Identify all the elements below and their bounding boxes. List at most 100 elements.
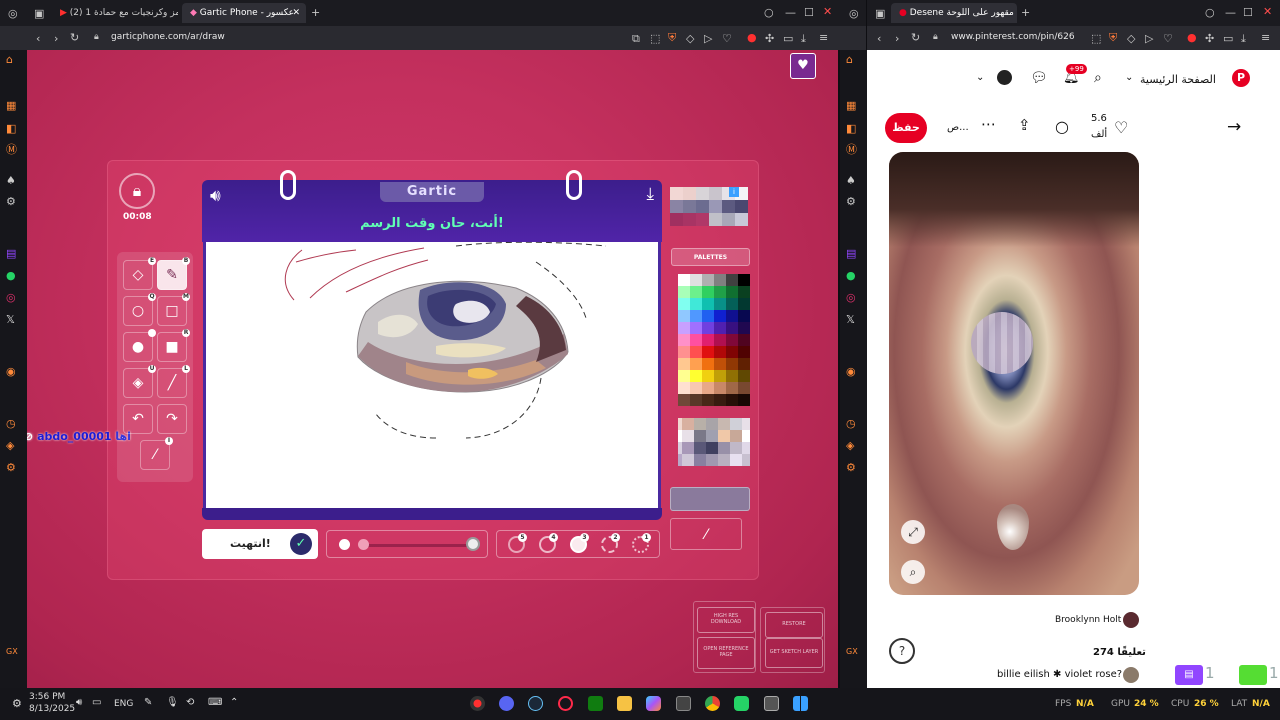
redo-tool[interactable]: ↷ — [157, 404, 187, 434]
forward-icon[interactable]: › — [895, 33, 899, 44]
twitch-icon[interactable]: ▤ — [6, 248, 16, 259]
search-icon[interactable]: ⌕ — [1094, 70, 1102, 86]
color-palette[interactable] — [670, 274, 750, 482]
filled-rectangle-tool[interactable]: ■ R — [157, 329, 190, 362]
back-icon[interactable]: ‹ — [877, 33, 881, 44]
chevron-down-icon[interactable]: ⌄ — [976, 72, 984, 83]
save-button[interactable]: حفظ — [885, 113, 927, 143]
extensions-icon[interactable]: ⧉ — [632, 33, 640, 44]
brush-size-slider[interactable] — [326, 530, 488, 558]
green-overlay-icon[interactable] — [1239, 665, 1267, 685]
home-link[interactable]: الصفحة الرئيسية — [1140, 73, 1216, 86]
forward-icon[interactable]: › — [54, 33, 58, 44]
eyedropper-tool[interactable]: ⁄ I — [140, 437, 173, 470]
gx-icon[interactable]: GX — [6, 648, 18, 656]
clock-time[interactable]: 3:56 PM — [29, 692, 65, 702]
pen-icon[interactable]: ✎ — [144, 697, 152, 708]
undo-tool[interactable]: ↶ — [123, 404, 153, 434]
screenshot-icon[interactable]: ⬚ — [650, 33, 660, 44]
screenshot-icon[interactable]: ⬚ — [1091, 33, 1101, 44]
eraser-tool[interactable]: ◇ E — [123, 257, 156, 290]
record-icon[interactable]: ● — [1187, 32, 1197, 43]
app-icon[interactable]: ◉ — [6, 366, 16, 377]
download-icon[interactable]: ⤓ — [1241, 33, 1246, 44]
chrome-icon[interactable] — [705, 696, 720, 711]
copilot-icon[interactable] — [646, 696, 661, 711]
display-icon[interactable]: ▭ — [92, 697, 101, 708]
profile-avatar[interactable]: ♥ — [790, 53, 816, 79]
visual-search-icon[interactable]: ⌕ — [901, 560, 925, 584]
wallet-icon[interactable]: ▭ — [783, 33, 793, 44]
pin-image[interactable]: ⤢ ⌕ — [889, 152, 1139, 595]
file-explorer-icon[interactable] — [617, 696, 632, 711]
more-icon[interactable]: ⋯ — [981, 115, 996, 133]
like-icon[interactable]: ♡ — [1114, 118, 1128, 137]
new-tab-icon[interactable]: + — [1021, 7, 1030, 18]
minimize-icon[interactable]: — — [785, 7, 796, 18]
reload-icon[interactable]: ↻ — [911, 32, 920, 43]
shield-icon[interactable]: ⛨ — [1109, 32, 1117, 43]
microphone-icon[interactable]: 🎙︎ — [166, 697, 179, 708]
windows-start-icon[interactable] — [793, 696, 808, 711]
opacity-option[interactable]: 1 — [632, 533, 651, 553]
bookmark-icon[interactable]: ◇ — [686, 33, 694, 44]
maximize-icon[interactable]: ☐ — [804, 7, 814, 18]
get-sketch-layer-button[interactable]: GET SKETCH LAYER — [765, 638, 823, 668]
settings-icon[interactable]: ⚙ — [846, 462, 856, 473]
instagram-icon[interactable]: ◎ — [6, 292, 16, 303]
open-reference-button[interactable]: OPEN REFERENCE PAGE — [697, 637, 755, 669]
task-view-icon[interactable] — [764, 696, 779, 711]
twitch-overlay-icon[interactable]: ▤ — [1175, 665, 1203, 685]
app-icon[interactable]: ▦ — [6, 100, 16, 111]
messages-icon[interactable]: 💬︎ — [1030, 70, 1048, 86]
info-icon[interactable]: i — [729, 187, 739, 197]
back-arrow-icon[interactable]: → — [1227, 117, 1241, 137]
restore-button[interactable]: RESTORE — [765, 612, 823, 638]
clock-date[interactable]: 8/13/2025 — [29, 704, 75, 714]
tab-pinterest[interactable]: ● Desene مقهور على اللوحة — [891, 3, 1017, 23]
volume-icon[interactable]: 🔊︎ — [76, 697, 82, 708]
back-icon[interactable]: ‹ — [36, 33, 40, 44]
app-icon[interactable]: Ⓜ — [6, 144, 17, 155]
drawing-canvas[interactable] — [203, 241, 661, 508]
tab-memes[interactable]: ▶ (2) ميمز وكرنجيات مع حمادة 1 — [52, 3, 178, 23]
line-tool[interactable]: ╱ L — [157, 365, 190, 398]
app-icon[interactable]: ♠ — [846, 175, 856, 186]
reload-icon[interactable]: ↻ — [70, 32, 79, 43]
close-tab-icon[interactable]: ✕ — [292, 8, 300, 18]
commenter-avatar[interactable] — [1123, 667, 1139, 683]
search-icon[interactable]: ○ — [764, 7, 774, 18]
opacity-option[interactable]: 4 — [539, 533, 558, 553]
home-icon[interactable]: ⌂ — [6, 54, 13, 65]
url-field[interactable]: garticphone.com/ar/draw — [111, 32, 225, 42]
play-icon[interactable]: ▷ — [704, 33, 712, 44]
app-icon[interactable]: ◈ — [6, 440, 14, 451]
eyedropper-button[interactable]: ⁄ — [670, 518, 742, 550]
menu-icon[interactable]: ≡ — [1261, 32, 1270, 43]
whatsapp-icon[interactable] — [734, 696, 749, 711]
x-icon[interactable]: 𝕏 — [846, 314, 855, 325]
settings-icon[interactable]: ⚙ — [846, 196, 856, 207]
search-icon[interactable]: ○ — [1205, 7, 1215, 18]
expand-icon[interactable]: ⤢ — [901, 520, 925, 544]
bookmark-icon[interactable]: ◇ — [1127, 33, 1135, 44]
record-icon[interactable]: ● — [747, 32, 757, 43]
chevron-down-icon[interactable]: ⌄ — [1125, 72, 1133, 83]
app-icon[interactable]: Ⓜ — [846, 144, 857, 155]
slider-handle[interactable] — [358, 539, 369, 550]
clock-icon[interactable]: ◷ — [846, 418, 856, 429]
volume-icon[interactable]: 🔊︎ — [210, 186, 221, 206]
discord-icon[interactable] — [499, 696, 514, 711]
download-icon[interactable]: ⤓ — [801, 33, 806, 44]
twitch-icon[interactable]: ▤ — [846, 248, 856, 259]
home-icon[interactable]: ⌂ — [846, 54, 853, 65]
settings-icon[interactable]: ⚙ — [12, 697, 22, 710]
app-icon[interactable]: ◉ — [846, 366, 856, 377]
sync-icon[interactable]: ⟲ — [186, 697, 194, 708]
opacity-option[interactable]: 5 — [508, 533, 527, 553]
fill-bucket-tool[interactable]: ◈ U — [123, 365, 156, 398]
filled-ellipse-tool[interactable]: ● — [123, 329, 156, 362]
recorder-app-icon[interactable] — [470, 696, 485, 711]
palettes-button[interactable]: PALETTES — [671, 248, 750, 266]
workspaces-icon[interactable]: ▣ — [875, 8, 885, 19]
